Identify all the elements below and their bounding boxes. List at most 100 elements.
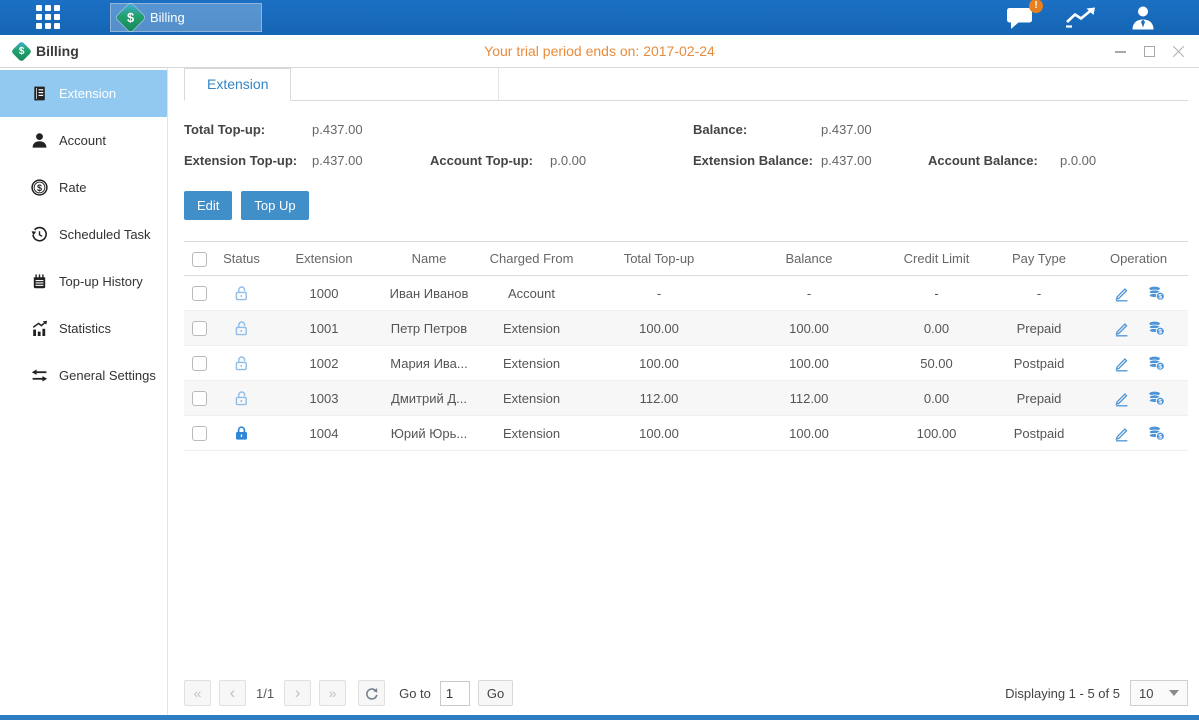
page-size-select[interactable]: 10	[1130, 680, 1188, 706]
row-checkbox[interactable]	[192, 286, 207, 301]
statistics-icon	[31, 320, 48, 337]
pay-type-cell: -	[989, 276, 1089, 311]
taskbar-billing-label: Billing	[150, 10, 185, 25]
topbar-right: !	[1006, 0, 1157, 35]
extension-table-body: 1000Иван ИвановAccount----$1001Петр Петр…	[184, 276, 1188, 451]
sidebar-item-rate[interactable]: $ Rate	[0, 164, 167, 211]
edit-icon[interactable]	[1113, 354, 1130, 371]
row-checkbox[interactable]	[192, 321, 207, 336]
account-icon	[31, 132, 48, 149]
extension-topup-value: p.437.00	[312, 145, 430, 176]
name-cell: Петр Петров	[379, 311, 479, 346]
prev-page-button[interactable]	[219, 680, 246, 706]
minimize-icon[interactable]	[1114, 45, 1127, 58]
window-controls	[1114, 45, 1185, 58]
account-balance-label: Account Balance:	[928, 145, 1060, 176]
last-page-button[interactable]	[319, 680, 346, 706]
name-cell: Юрий Юрь...	[379, 416, 479, 451]
extension-cell: 1004	[269, 416, 379, 451]
sidebar-item-label: General Settings	[59, 368, 156, 383]
refresh-button[interactable]	[358, 680, 385, 706]
select-all-checkbox[interactable]	[192, 252, 207, 267]
window-bottom-border	[0, 715, 1199, 720]
edit-icon[interactable]	[1113, 389, 1130, 406]
notifications-icon[interactable]: !	[1006, 5, 1035, 30]
svg-text:$: $	[37, 183, 42, 193]
sidebar-item-label: Scheduled Task	[59, 227, 151, 242]
edit-button[interactable]: Edit	[184, 191, 232, 220]
edit-icon[interactable]	[1113, 284, 1130, 301]
row-checkbox[interactable]	[192, 391, 207, 406]
topbar: Billing !	[0, 0, 1199, 35]
billing-window-icon	[11, 40, 32, 61]
extension-cell: 1002	[269, 346, 379, 381]
row-checkbox[interactable]	[192, 426, 207, 441]
edit-icon[interactable]	[1113, 424, 1130, 441]
topup-icon[interactable]: $	[1148, 354, 1165, 371]
window-title-text: Billing	[36, 43, 79, 59]
topup-icon[interactable]: $	[1148, 389, 1165, 406]
column-header: Balance	[734, 242, 884, 276]
user-icon[interactable]	[1129, 5, 1157, 30]
column-header: Total Top-up	[584, 242, 734, 276]
sidebar-item-extension[interactable]: Extension	[0, 70, 167, 117]
next-page-button[interactable]	[284, 680, 311, 706]
sidebar-item-account[interactable]: Account	[0, 117, 167, 164]
first-page-button[interactable]	[184, 680, 211, 706]
column-header: Name	[379, 242, 479, 276]
sidebar-item-topup-history[interactable]: Top-up History	[0, 258, 167, 305]
sidebar: Extension Account $ Rate Scheduled Task Top-u…	[0, 68, 168, 715]
sidebar-item-label: Account	[59, 133, 106, 148]
account-topup-value: p.0.00	[550, 145, 693, 176]
pay-type-cell: Postpaid	[989, 416, 1089, 451]
extension-topup-label: Extension Top-up:	[184, 145, 312, 176]
notification-badge: !	[1029, 0, 1043, 13]
close-icon[interactable]	[1172, 45, 1185, 58]
goto-label: Go to	[399, 686, 431, 701]
topup-button[interactable]: Top Up	[241, 191, 308, 220]
window-titlebar: Billing Your trial period ends on: 2017-…	[0, 35, 1199, 68]
sidebar-item-label: Statistics	[59, 321, 111, 336]
tab-spacer	[291, 68, 499, 100]
goto-page-input[interactable]	[440, 681, 470, 706]
account-topup-label: Account Top-up:	[430, 145, 550, 176]
edit-icon[interactable]	[1113, 319, 1130, 336]
chevron-down-icon	[1169, 690, 1179, 696]
maximize-icon[interactable]	[1143, 45, 1156, 58]
tab-extension[interactable]: Extension	[184, 68, 291, 101]
sidebar-item-scheduled-task[interactable]: Scheduled Task	[0, 211, 167, 258]
row-checkbox[interactable]	[192, 356, 207, 371]
total-topup-cell: -	[584, 276, 734, 311]
charged-from-cell: Account	[479, 276, 584, 311]
sidebar-item-statistics[interactable]: Statistics	[0, 305, 167, 352]
column-header: Pay Type	[989, 242, 1089, 276]
trial-message: Your trial period ends on: 2017-02-24	[0, 43, 1199, 59]
operation-cell: $	[1089, 381, 1188, 416]
total-topup-cell: 112.00	[584, 381, 734, 416]
operation-cell: $	[1089, 416, 1188, 451]
displaying-text: Displaying 1 - 5 of 5	[1005, 686, 1120, 701]
sidebar-item-label: Rate	[59, 180, 86, 195]
credit-limit-cell: 0.00	[884, 381, 989, 416]
unlocked-icon	[233, 354, 250, 369]
extension-cell: 1001	[269, 311, 379, 346]
topup-icon[interactable]: $	[1148, 319, 1165, 336]
topup-icon[interactable]: $	[1148, 424, 1165, 441]
table-row: 1000Иван ИвановAccount----$	[184, 276, 1188, 311]
taskbar-billing-tab[interactable]: Billing	[110, 3, 262, 32]
toolbar: Edit Top Up	[184, 191, 1188, 220]
operation-cell: $	[1089, 311, 1188, 346]
rate-icon: $	[31, 179, 48, 196]
credit-limit-cell: 0.00	[884, 311, 989, 346]
svg-text:$: $	[1158, 328, 1162, 335]
resource-monitor-icon[interactable]	[1065, 5, 1099, 30]
go-button[interactable]: Go	[478, 680, 513, 706]
topup-icon[interactable]: $	[1148, 284, 1165, 301]
pay-type-cell: Postpaid	[989, 346, 1089, 381]
locked-icon	[233, 424, 250, 439]
app-launcher-icon[interactable]	[36, 5, 62, 31]
column-header: Charged From	[479, 242, 584, 276]
sidebar-item-general-settings[interactable]: General Settings	[0, 352, 167, 399]
balance-label: Balance:	[693, 114, 821, 145]
scheduled-task-icon	[31, 226, 48, 243]
